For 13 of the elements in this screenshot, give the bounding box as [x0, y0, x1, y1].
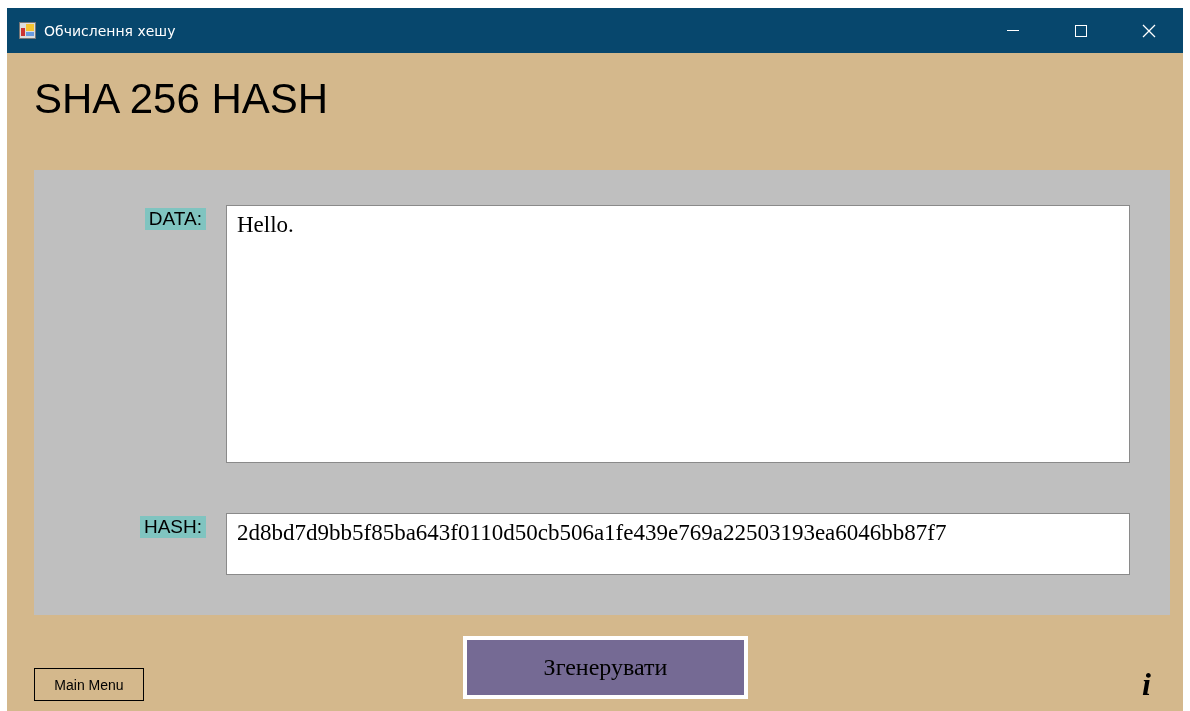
data-field[interactable]: Hello. [226, 205, 1130, 463]
page-heading: SHA 256 HASH [34, 75, 330, 123]
close-icon [1142, 23, 1156, 38]
maximize-icon [1074, 23, 1088, 38]
minimize-icon [1007, 30, 1019, 31]
data-label: DATA: [144, 208, 206, 230]
app-icon [19, 22, 36, 39]
main-menu-button[interactable]: Main Menu [34, 668, 144, 701]
info-button[interactable]: i [1138, 667, 1155, 701]
hash-label: HASH: [139, 516, 206, 538]
window-title: Обчислення хешу [44, 22, 177, 39]
generate-button[interactable]: Згенерувати [463, 636, 748, 699]
hash-field[interactable]: 2d8bd7d9bb5f85ba643f0110d50cb506a1fe439e769a22503193ea6046bb87f7 [226, 513, 1130, 575]
